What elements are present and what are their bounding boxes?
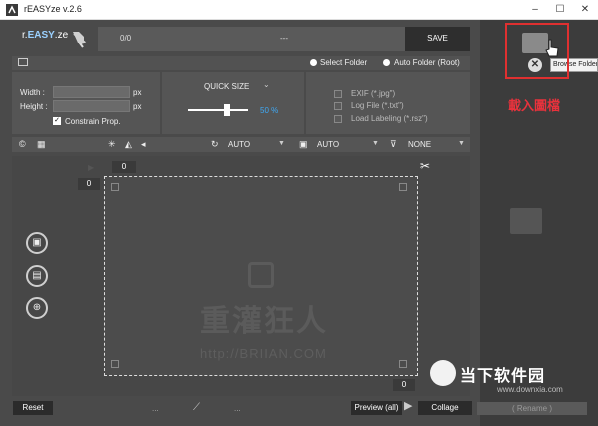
- save-button[interactable]: SAVE: [405, 27, 470, 51]
- image-counter: 0/0: [120, 34, 132, 43]
- close-button[interactable]: ✕: [574, 2, 596, 18]
- constrain-checkbox[interactable]: ✓: [53, 117, 61, 125]
- copyright-icon[interactable]: ©: [19, 139, 26, 149]
- filter-icon[interactable]: ⊽: [390, 139, 397, 150]
- width-input[interactable]: [53, 86, 130, 98]
- reset-button[interactable]: Reset: [13, 401, 53, 415]
- exif-label: EXIF (*.jpg"): [351, 89, 396, 98]
- slider-thumb[interactable]: [224, 104, 230, 116]
- constrain-label: Constrain Prop.: [65, 117, 121, 126]
- rotate-value[interactable]: AUTO: [228, 140, 250, 149]
- select-folder-radio[interactable]: [310, 59, 317, 66]
- preview-button[interactable]: Preview (all): [351, 401, 402, 415]
- ruler-icon[interactable]: ⟋: [193, 402, 200, 413]
- brightness-icon[interactable]: ✳: [108, 139, 116, 150]
- hand-pointer-icon: [73, 32, 87, 48]
- quick-size-value: 50 %: [260, 106, 279, 115]
- title-bar: [0, 0, 598, 20]
- zoom-icon[interactable]: ⊕: [26, 297, 48, 319]
- separator-dots: ...: [234, 404, 241, 413]
- width-unit: px: [133, 88, 142, 97]
- chevron-down-icon[interactable]: ▼: [278, 140, 285, 147]
- watermark-url: http://BRIIAN.COM: [200, 346, 327, 361]
- log-file-label: Log File (*.txt"): [351, 101, 404, 110]
- flip-icon[interactable]: ◭: [125, 139, 132, 150]
- app-logo: r.EASY.ze: [22, 30, 69, 41]
- corner-handle[interactable]: [399, 360, 407, 368]
- chevron-down-icon[interactable]: ▼: [458, 140, 465, 147]
- chevron-down-icon[interactable]: ⌄: [263, 80, 270, 89]
- rotate-icon[interactable]: ↻: [211, 139, 219, 150]
- load-labeling-checkbox[interactable]: [334, 115, 342, 123]
- height-unit: px: [133, 102, 142, 111]
- counter-bar: [98, 27, 405, 51]
- height-label: Height :: [20, 102, 48, 111]
- site-url: www.downxia.com: [497, 385, 563, 394]
- auto-folder-label: Auto Folder (Root): [394, 58, 460, 67]
- panel-divider: [304, 72, 306, 134]
- perspective-icon[interactable]: ◂: [141, 139, 146, 150]
- arrow-icon: ▶: [88, 163, 95, 172]
- quick-size-label: QUICK SIZE: [204, 82, 250, 91]
- site-logo: [430, 360, 456, 386]
- watermark-logo: [248, 262, 274, 288]
- quick-size-slider[interactable]: [188, 109, 248, 111]
- print-value[interactable]: AUTO: [317, 140, 339, 149]
- separator-dots: ...: [152, 404, 159, 413]
- filter-value[interactable]: NONE: [408, 140, 431, 149]
- chevron-down-icon[interactable]: ▼: [372, 140, 379, 147]
- highlight-box: [505, 23, 569, 79]
- watermark-text: 重灌狂人: [200, 305, 328, 338]
- site-name: 当下软件园: [460, 368, 546, 385]
- load-labeling-label: Load Labeling (*.rsz"): [351, 114, 428, 123]
- save-icon[interactable]: ▣: [26, 232, 48, 254]
- grid-icon[interactable]: ▦: [37, 139, 46, 150]
- offset-top-value[interactable]: 0: [112, 161, 136, 173]
- corner-handle[interactable]: [399, 183, 407, 191]
- exif-checkbox[interactable]: [334, 90, 342, 98]
- offset-bottom-value[interactable]: 0: [393, 379, 415, 391]
- folder-icon: [510, 208, 542, 234]
- document-icon[interactable]: ▤: [26, 265, 48, 287]
- panel-divider: [160, 72, 162, 134]
- window-title: rEASYze v.2.6: [24, 4, 82, 14]
- corner-handle[interactable]: [111, 183, 119, 191]
- maximize-button[interactable]: ☐: [549, 2, 571, 18]
- height-input[interactable]: [53, 100, 130, 112]
- arrow-right-icon: ▶: [404, 400, 413, 412]
- rename-button[interactable]: ( Rename ): [477, 402, 587, 415]
- select-folder-label: Select Folder: [320, 58, 368, 67]
- folder-icon[interactable]: [18, 58, 28, 66]
- status-text: ---: [280, 34, 288, 43]
- width-label: Width :: [20, 88, 45, 97]
- printer-icon[interactable]: ▣: [299, 139, 308, 150]
- log-file-checkbox[interactable]: [334, 102, 342, 110]
- app-icon: [6, 4, 18, 16]
- corner-handle[interactable]: [111, 360, 119, 368]
- offset-left-value[interactable]: 0: [78, 178, 100, 190]
- load-image-caption: 載入圖檔: [508, 98, 561, 113]
- collage-button[interactable]: Collage: [418, 401, 472, 415]
- auto-folder-radio[interactable]: [383, 59, 390, 66]
- scissors-icon[interactable]: ✂: [420, 159, 430, 173]
- minimize-button[interactable]: –: [524, 2, 546, 18]
